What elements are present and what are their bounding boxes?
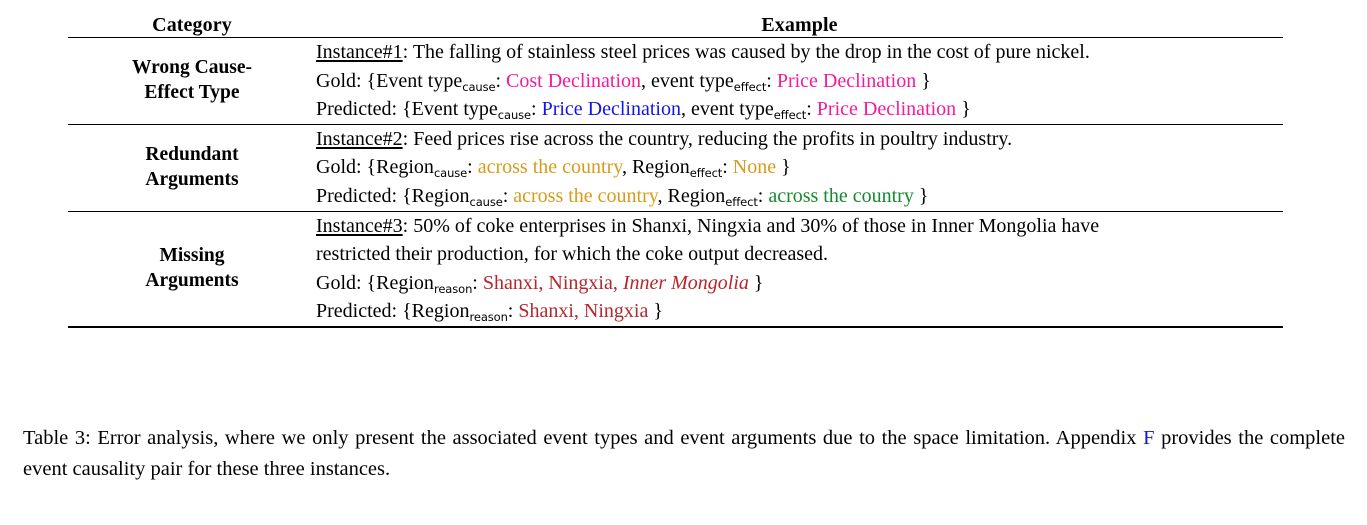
- predicted-prefix: Predicted: {Region: [316, 300, 470, 323]
- column-header-example: Example: [761, 14, 838, 36]
- predicted-mid2: , Region: [657, 184, 726, 207]
- gold-value-reason: Shanxi, Ningxia,: [482, 271, 623, 294]
- gold-mid2: , Region: [621, 156, 690, 179]
- predicted-suffix: }: [956, 98, 971, 121]
- predicted-annotation: Predicted: {Event typecause: Price Decli…: [316, 95, 1283, 124]
- instance-text: : 50% of coke enterprises in Shanxi, Nin…: [402, 214, 1100, 237]
- predicted-mid2: , event type: [680, 98, 774, 121]
- subscript-effect: effect: [725, 194, 758, 209]
- predicted-value-cause: Price Declination: [541, 98, 681, 121]
- gold-suffix: }: [776, 156, 791, 179]
- instance-text: : Feed prices rise across the country, r…: [402, 127, 1013, 150]
- gold-mid3: :: [722, 156, 733, 179]
- gold-value-reason-italic: Inner Mongolia: [622, 271, 749, 294]
- gold-value-cause: Cost Declination: [506, 69, 642, 92]
- example-cell: Instance#3: 50% of coke enterprises in S…: [316, 210, 1283, 327]
- predicted-value-reason: Shanxi, Ningxia: [518, 300, 649, 323]
- subscript-cause: cause: [469, 194, 503, 209]
- subscript-reason: reason: [433, 281, 473, 296]
- subscript-cause: cause: [462, 79, 496, 94]
- predicted-prefix: Predicted: {Event type: [316, 98, 498, 121]
- instance-sentence: Instance#2: Feed prices rise across the …: [316, 125, 1283, 154]
- gold-annotation: Gold: {Regioncause: across the country, …: [316, 153, 1283, 182]
- predicted-suffix: }: [648, 300, 663, 323]
- example-cell: Instance#2: Feed prices rise across the …: [316, 123, 1283, 212]
- predicted-mid1: :: [502, 184, 514, 207]
- predicted-value-cause: across the country: [513, 184, 658, 207]
- predicted-mid3: :: [757, 184, 769, 207]
- gold-value-effect: None: [732, 156, 777, 179]
- gold-mid1: :: [472, 271, 483, 294]
- table-row-missing-arguments: Missing Arguments Instance#3: 50% of cok…: [68, 210, 1283, 327]
- appendix-reference-link[interactable]: F: [1143, 427, 1154, 449]
- gold-suffix: }: [916, 69, 931, 92]
- gold-annotation: Gold: {Event typecause: Cost Declination…: [316, 67, 1283, 96]
- category-label-line1: Wrong Cause-: [131, 56, 253, 78]
- gold-value-effect: Price Declination: [776, 69, 917, 92]
- category-cell: Redundant Arguments: [68, 123, 316, 212]
- table-row-wrong-cause-effect-type: Wrong Cause- Effect Type Instance#1: The…: [68, 37, 1283, 125]
- gold-prefix: Gold: {Region: [316, 156, 434, 179]
- subscript-cause: cause: [433, 166, 468, 181]
- instance-sentence: Instance#1: The falling of stainless ste…: [316, 38, 1283, 67]
- instance-sentence-continued: restricted their production, for which t…: [316, 243, 829, 266]
- predicted-suffix: }: [913, 184, 929, 207]
- subscript-effect: effect: [733, 79, 767, 94]
- gold-prefix: Gold: {Region: [316, 271, 434, 294]
- figure-page: Category Example Wrong Cause- Effect Typ…: [0, 0, 1367, 525]
- subscript-cause: cause: [497, 108, 532, 123]
- table-caption: Table 3: Error analysis, where we only p…: [23, 423, 1345, 485]
- category-label-line1: Missing: [159, 244, 225, 266]
- table-bottom-rule: [68, 325, 1283, 329]
- category-label-line1: Redundant: [145, 143, 239, 165]
- instance-label: Instance#2: [316, 127, 403, 150]
- caption-part1: Table 3: Error analysis, where we only p…: [23, 427, 1144, 449]
- gold-mid1: :: [495, 69, 507, 92]
- instance-label: Instance#3: [316, 214, 403, 237]
- predicted-value-effect: across the country: [768, 184, 914, 207]
- subscript-reason: reason: [469, 310, 508, 325]
- instance-sentence: Instance#3: 50% of coke enterprises in S…: [316, 212, 1283, 241]
- category-label-line2: Effect Type: [144, 81, 240, 103]
- gold-prefix: Gold: {Event type: [316, 69, 463, 92]
- table-row-redundant-arguments: Redundant Arguments Instance#2: Feed pri…: [68, 123, 1283, 212]
- category-cell: Wrong Cause- Effect Type: [68, 37, 316, 125]
- predicted-prefix: Predicted: {Region: [316, 184, 470, 207]
- error-analysis-table: Category Example Wrong Cause- Effect Typ…: [68, 14, 1283, 329]
- subscript-effect: effect: [773, 108, 807, 123]
- instance-label: Instance#1: [316, 41, 403, 63]
- gold-value-cause: across the country: [477, 156, 622, 179]
- instance-text: : The falling of stainless steel prices …: [402, 41, 1090, 63]
- gold-annotation: Gold: {Regionreason: Shanxi, Ningxia, In…: [316, 269, 1283, 298]
- rule-cell: [316, 325, 1283, 329]
- category-cell: Missing Arguments: [68, 210, 316, 327]
- predicted-annotation: Predicted: {Regioncause: across the coun…: [316, 182, 1283, 211]
- gold-mid3: :: [766, 69, 777, 92]
- category-label-line2: Arguments: [145, 168, 239, 190]
- gold-mid1: :: [467, 156, 478, 179]
- predicted-mid3: :: [806, 98, 817, 121]
- gold-mid2: , event type: [641, 69, 734, 92]
- predicted-annotation: Predicted: {Regionreason: Shanxi, Ningxi…: [316, 297, 1283, 326]
- predicted-value-effect: Price Declination: [816, 98, 957, 121]
- predicted-mid1: :: [507, 300, 519, 323]
- category-label-line2: Arguments: [145, 269, 239, 291]
- column-header-category: Category: [152, 14, 232, 36]
- rule-cell: [68, 325, 316, 329]
- table-header-row: Category Example: [68, 14, 1283, 38]
- predicted-mid1: :: [531, 98, 542, 121]
- example-cell: Instance#1: The falling of stainless ste…: [316, 37, 1283, 125]
- subscript-effect: effect: [689, 166, 723, 181]
- gold-suffix: }: [748, 271, 764, 294]
